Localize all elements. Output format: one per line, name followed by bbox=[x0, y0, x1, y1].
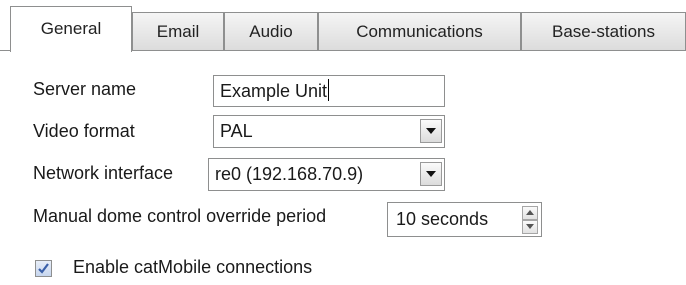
tab-base-stations[interactable]: Base-stations bbox=[521, 12, 686, 50]
tab-audio-label: Audio bbox=[249, 22, 293, 41]
tab-audio[interactable]: Audio bbox=[224, 12, 318, 50]
video-format-value: PAL bbox=[220, 121, 253, 141]
network-interface-dropdown-button[interactable] bbox=[420, 162, 442, 186]
video-format-dropdown-button[interactable] bbox=[420, 119, 442, 143]
spin-down-button[interactable] bbox=[522, 220, 538, 234]
tab-email-label: Email bbox=[156, 22, 200, 41]
tab-base-stations-label: Base-stations bbox=[552, 22, 655, 41]
arrow-down-icon bbox=[526, 224, 534, 229]
checkmark-icon bbox=[38, 263, 49, 274]
network-interface-value: re0 (192.168.70.9) bbox=[215, 164, 364, 184]
tab-communications-label: Communications bbox=[356, 22, 483, 41]
chevron-down-icon bbox=[426, 171, 436, 177]
tab-general-label: General bbox=[40, 19, 102, 38]
dome-override-label: Manual dome control override period bbox=[33, 206, 327, 226]
server-name-value: Example Unit bbox=[220, 81, 328, 101]
tab-communications[interactable]: Communications bbox=[318, 12, 521, 50]
tab-strip: General Email Audio Communications Base-… bbox=[0, 0, 686, 52]
arrow-up-icon bbox=[526, 210, 534, 215]
video-format-select[interactable]: PAL bbox=[213, 115, 445, 148]
video-format-label: Video format bbox=[33, 121, 135, 141]
server-name-label: Server name bbox=[33, 79, 137, 99]
tab-email[interactable]: Email bbox=[132, 12, 224, 50]
dome-override-spinner[interactable]: 10 seconds bbox=[387, 202, 542, 237]
chevron-down-icon bbox=[426, 128, 436, 134]
spinner-buttons bbox=[522, 206, 538, 234]
network-interface-select[interactable]: re0 (192.168.70.9) bbox=[208, 158, 445, 191]
text-caret bbox=[328, 79, 330, 101]
network-interface-label: Network interface bbox=[33, 163, 174, 183]
catmobile-checkbox[interactable] bbox=[35, 260, 52, 277]
tab-general[interactable]: General bbox=[10, 6, 132, 52]
dome-override-value: 10 seconds bbox=[396, 209, 489, 229]
server-name-input[interactable]: Example Unit bbox=[213, 75, 445, 107]
spin-up-button[interactable] bbox=[522, 206, 538, 220]
catmobile-label: Enable catMobile connections bbox=[73, 257, 313, 277]
